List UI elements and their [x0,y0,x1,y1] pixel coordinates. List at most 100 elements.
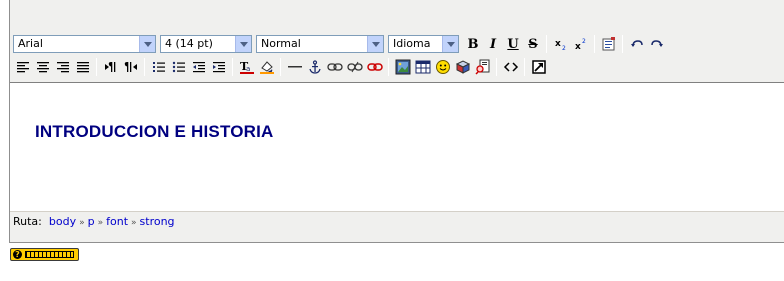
unordered-list-button[interactable] [169,57,189,77]
toolbar-separator [594,35,595,53]
align-center-button[interactable] [33,57,53,77]
toolbar-separator [622,35,623,53]
ordered-list-button[interactable] [149,57,169,77]
redo-button[interactable] [647,34,667,54]
insert-image-button[interactable] [393,57,413,77]
special-char-icon [455,60,471,74]
language-select[interactable]: Idioma [388,35,459,53]
unlink-icon [347,61,363,73]
path-item-body[interactable]: body [49,215,76,228]
undo-icon [631,40,643,47]
editor-content-area[interactable]: INTRODUCCION E HISTORIA [10,82,784,212]
align-left-button[interactable] [13,57,33,77]
format-select[interactable]: Normal [256,35,384,53]
toolbar-separator [546,35,547,53]
path-item-strong[interactable]: strong [140,215,175,228]
special-char-button[interactable] [453,57,473,77]
paste-word-icon [602,37,615,51]
font-size-value: 4 (14 pt) [165,37,213,50]
outdent-button[interactable] [189,57,209,77]
anchor-button[interactable] [305,57,325,77]
toolbar-separator [96,58,97,76]
unordered-list-icon [172,61,185,73]
element-path-bar: Ruta: body» p» font» strong [10,213,784,231]
ordered-list-icon [153,62,165,72]
html-editor: Arial 4 (14 pt) Normal Idioma B I U S x2 [9,0,784,243]
svg-text:x: x [575,42,581,51]
editor-toolbar: Arial 4 (14 pt) Normal Idioma B I U S x2 [10,30,784,80]
font-family-select[interactable]: Arial [13,35,156,53]
insert-table-button[interactable] [413,57,433,77]
subscript-icon: x2 [555,39,566,51]
ltr-icon [105,62,116,72]
chevron-down-icon [442,36,458,52]
nolink-button[interactable] [365,57,385,77]
paste-word-button[interactable] [599,34,619,54]
justify-button[interactable] [73,57,93,77]
outdent-icon [193,62,205,73]
superscript-button[interactable]: x2 [571,34,591,54]
indent-button[interactable] [209,57,229,77]
path-separator: » [79,218,85,228]
toolbar-separator [496,58,497,76]
search-replace-button[interactable] [473,57,493,77]
format-value: Normal [261,37,301,50]
rtl-button[interactable] [121,57,141,77]
anchor-icon [309,60,321,74]
bold-button[interactable]: B [463,34,483,54]
svg-text:2: 2 [582,38,586,45]
unlink-button[interactable] [345,57,365,77]
italic-button[interactable]: I [483,34,503,54]
html-source-button[interactable] [501,57,521,77]
background-color-button[interactable] [257,57,277,77]
toolbar-separator [388,58,389,76]
text-color-icon: Ta [240,60,254,74]
align-right-icon [57,62,69,73]
search-replace-icon [475,59,490,75]
toolbar-separator [524,58,525,76]
horizontal-rule-button[interactable] [285,57,305,77]
svg-text:a: a [246,65,250,73]
link-button[interactable] [325,57,345,77]
strikethrough-button[interactable]: S [523,34,543,54]
subscript-button[interactable]: x2 [551,34,571,54]
html-source-icon [503,62,519,72]
chevron-down-icon [367,36,383,52]
font-family-value: Arial [18,37,43,50]
link-icon [327,63,343,71]
keyboard-shortcuts-button[interactable]: ? [10,248,79,261]
underline-button[interactable]: U [503,34,523,54]
redo-icon [651,40,663,47]
toolbar-separator [232,58,233,76]
align-left-icon [17,62,29,73]
path-item-font[interactable]: font [106,215,128,228]
toolbar-separator [280,58,281,76]
background-color-icon [260,61,274,74]
ltr-button[interactable] [101,57,121,77]
indent-icon [213,62,225,73]
justify-icon [77,62,89,73]
table-icon [415,60,431,74]
content-heading[interactable]: INTRODUCCION E HISTORIA [35,122,274,142]
chevron-down-icon [235,36,251,52]
font-size-select[interactable]: 4 (14 pt) [160,35,252,53]
align-center-icon [37,62,49,73]
keyboard-shortcuts-icon [25,251,74,258]
path-label: Ruta: [13,215,42,228]
undo-button[interactable] [627,34,647,54]
rtl-icon [124,62,137,72]
horizontal-rule-icon [288,66,302,68]
path-separator: » [131,218,137,228]
toolbar-separator [144,58,145,76]
nolink-icon [367,63,383,71]
toolbar-row-2: Ta [13,56,549,78]
path-item-p[interactable]: p [88,215,95,228]
smiley-icon [436,60,450,74]
svg-text:2: 2 [562,45,566,51]
fullscreen-button[interactable] [529,57,549,77]
insert-smiley-button[interactable] [433,57,453,77]
language-value: Idioma [393,37,431,50]
text-color-button[interactable]: Ta [237,57,257,77]
align-right-button[interactable] [53,57,73,77]
image-icon [395,59,411,75]
